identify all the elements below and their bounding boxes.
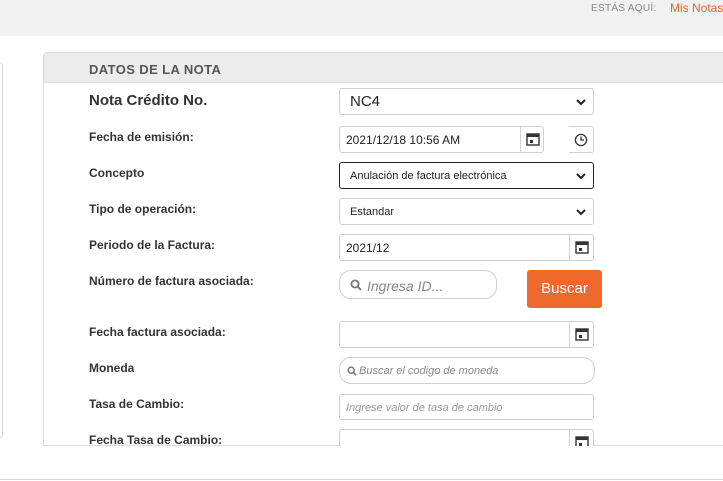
chevron-down-icon xyxy=(576,173,586,180)
periodo-factura-value: 2021/12 xyxy=(346,241,390,255)
fecha-emision-label: Fecha de emisión: xyxy=(89,130,194,144)
fecha-emision-value: 2021/12/18 10:56 AM xyxy=(346,133,461,147)
breadcrumb-label: ESTÁS AQUÍ: xyxy=(591,3,657,14)
fecha-emision-input[interactable]: 2021/12/18 10:56 AM xyxy=(339,126,544,153)
breadcrumb-current-link[interactable]: Mis Notas xyxy=(670,1,723,15)
chevron-down-icon xyxy=(576,99,586,106)
clock-button[interactable] xyxy=(569,126,594,153)
calendar-icon xyxy=(526,133,540,146)
tipo-operacion-value: Estandar xyxy=(350,206,395,218)
concepto-value: Anulación de factura electrónica xyxy=(350,170,507,182)
nota-credito-select[interactable]: NC4 xyxy=(339,88,594,115)
nota-credito-value: NC4 xyxy=(350,93,381,110)
nota-credito-label: Nota Crédito No. xyxy=(89,92,208,109)
moneda-label: Moneda xyxy=(89,361,135,375)
numero-factura-label: Número de factura asociada: xyxy=(89,274,254,288)
calendar-icon xyxy=(575,328,589,341)
calendar-icon xyxy=(575,241,589,254)
periodo-factura-input[interactable]: 2021/12 xyxy=(339,234,594,261)
periodo-factura-label: Periodo de la Factura: xyxy=(89,238,216,252)
concepto-select[interactable]: Anulación de factura electrónica xyxy=(339,162,594,189)
fecha-factura-input[interactable] xyxy=(339,321,594,348)
fecha-factura-label: Fecha factura asociada: xyxy=(89,325,226,339)
panel-title: DATOS DE LA NOTA xyxy=(89,62,222,77)
tasa-cambio-label: Tasa de Cambio: xyxy=(89,397,185,411)
search-icon xyxy=(347,366,357,376)
panel-header: DATOS DE LA NOTA xyxy=(44,53,723,83)
concepto-label: Concepto xyxy=(89,166,145,180)
clock-icon xyxy=(574,133,588,147)
calendar-button[interactable] xyxy=(520,127,545,152)
calendar-button[interactable] xyxy=(569,322,593,347)
left-sidebar-panel xyxy=(0,62,3,438)
tasa-cambio-placeholder: Ingrese valor de tasa de cambio xyxy=(346,402,503,414)
moneda-search-input[interactable]: Buscar el codigo de moneda xyxy=(339,357,595,384)
page-bottom-area xyxy=(0,446,723,479)
calendar-button[interactable] xyxy=(569,235,593,260)
bottom-divider xyxy=(0,479,723,480)
search-icon xyxy=(350,279,362,291)
fecha-tasa-label: Fecha Tasa de Cambio: xyxy=(89,433,223,447)
tipo-operacion-label: Tipo de operación: xyxy=(89,202,197,216)
buscar-button[interactable]: Buscar xyxy=(527,270,602,308)
numero-factura-placeholder: Ingresa ID... xyxy=(367,278,444,294)
tasa-cambio-input[interactable]: Ingrese valor de tasa de cambio xyxy=(339,394,594,420)
numero-factura-input[interactable]: Ingresa ID... xyxy=(339,270,497,299)
chevron-down-icon xyxy=(576,209,586,216)
top-bar: ESTÁS AQUÍ: Mis Notas xyxy=(0,0,723,36)
tipo-operacion-select[interactable]: Estandar xyxy=(339,198,594,225)
moneda-placeholder: Buscar el codigo de moneda xyxy=(359,365,499,377)
